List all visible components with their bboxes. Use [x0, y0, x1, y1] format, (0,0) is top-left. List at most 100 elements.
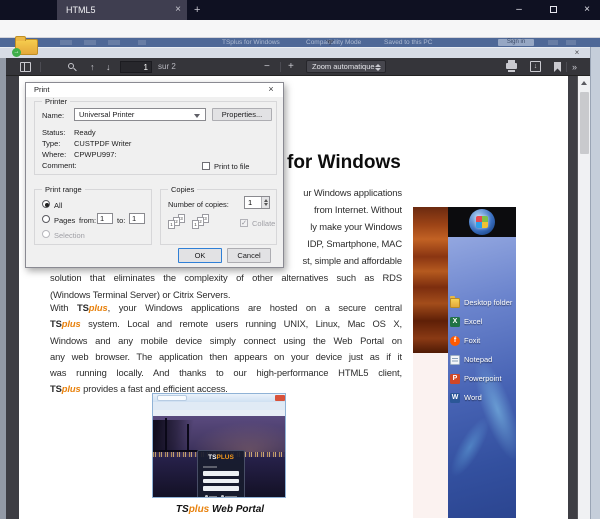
scrollbar-thumb[interactable]: [580, 92, 589, 154]
next-page-icon[interactable]: [106, 58, 111, 76]
text-segment: (Windows Terminal Server) or Citrix Serv…: [50, 289, 230, 300]
bridge-tower: [165, 418, 167, 454]
properties-button[interactable]: Properties...: [212, 108, 272, 121]
text-segment: st, simple and affordable: [303, 255, 402, 266]
mini-close-icon: [275, 395, 285, 401]
desktop-menu-item-notepad: Notepad: [450, 350, 514, 369]
notepad-icon: [450, 355, 460, 365]
collate-page-icon: 1: [168, 220, 175, 229]
to-input[interactable]: [129, 213, 145, 224]
app-menu: Desktop folderExcelFoxitNotepadPowerpoin…: [450, 293, 514, 407]
status-value: Ready: [74, 128, 96, 137]
text-segment: ur Windows applications: [303, 187, 402, 198]
spinner-buttons[interactable]: [261, 197, 269, 208]
chevron-down-icon: [194, 114, 200, 118]
login-field: [203, 471, 239, 476]
logo-plus: PLUS: [216, 454, 233, 461]
find-icon[interactable]: [68, 63, 74, 69]
spinner-down-icon[interactable]: [264, 203, 268, 206]
mini-browser-tabbar: [153, 394, 286, 402]
browser-tab-bar: HTML5: [0, 0, 600, 20]
where-value: CPWPU997:: [74, 150, 117, 159]
pdf-scrollbar[interactable]: [577, 76, 590, 519]
preview-close-icon[interactable]: [570, 48, 584, 58]
menu-item-label: Desktop folder: [464, 298, 512, 307]
window-close-button[interactable]: [576, 0, 598, 20]
window-right-edge: [590, 47, 600, 519]
ok-button[interactable]: OK: [178, 248, 222, 263]
bookmark-icon[interactable]: [554, 62, 561, 72]
text-segment: ly make your Windows: [310, 221, 402, 232]
menu-item-label: Notepad: [464, 355, 492, 364]
desktop-lower-area: [413, 353, 448, 518]
menu-item-label: Powerpoint: [464, 374, 502, 383]
range-pages-label: Pages: [54, 216, 75, 225]
canyon-wallpaper: [413, 207, 448, 353]
text-segment: IDP, Smartphone, MAC: [307, 238, 402, 249]
print-icon[interactable]: [506, 63, 517, 69]
night-city-photo: TSPLUS Log on: [153, 416, 286, 498]
cancel-button[interactable]: Cancel: [227, 248, 271, 263]
radio-label-bar: [225, 496, 237, 498]
more-tools-icon[interactable]: [572, 58, 577, 76]
text-segment: plus: [62, 383, 81, 394]
scroll-up-icon[interactable]: [581, 81, 587, 85]
previous-page-icon[interactable]: [90, 58, 95, 76]
text-segment: solution that eliminates the complexity …: [50, 272, 402, 283]
range-all-label: All: [54, 201, 62, 210]
text-segment: system. Local and remote users running U…: [81, 318, 402, 329]
from-label: from:: [79, 216, 96, 225]
select-arrows-icon: [375, 64, 381, 67]
copies-spinner[interactable]: [244, 196, 270, 209]
text-segment: TS: [77, 302, 89, 313]
print-dialog: Print Printer Name: Universal Printer Pr…: [25, 82, 284, 268]
range-pages-radio[interactable]: [42, 215, 50, 223]
spinner-up-icon[interactable]: [264, 199, 268, 202]
text-line: With TSplus, your Windows applications a…: [50, 302, 402, 318]
background-toolbar-icon: [548, 40, 558, 45]
desktop-menu-item-word: Word: [450, 388, 514, 407]
text-segment: plus: [89, 302, 108, 313]
copies-input[interactable]: [245, 197, 261, 208]
zoom-out-icon[interactable]: [264, 58, 270, 76]
where-label: Where:: [42, 150, 66, 159]
radio-icon: [205, 495, 208, 498]
download-icon[interactable]: [530, 61, 541, 72]
page-number-input[interactable]: [120, 61, 152, 73]
zoom-in-icon[interactable]: [288, 58, 294, 76]
panel-header: [448, 207, 516, 237]
text-line: Windows and any mobile device simply con…: [50, 335, 402, 351]
type-value: CUSTPDF Writer: [74, 139, 131, 148]
menu-item-label: Foxit: [464, 336, 480, 345]
print-dialog-titlebar: Print: [26, 83, 283, 97]
text-segment: was running locally. And thanks to our h…: [50, 367, 402, 378]
zoom-select[interactable]: Zoom automatique: [306, 60, 386, 73]
page-count-label: sur 2: [158, 58, 176, 76]
printer-group-label: Printer: [42, 97, 70, 106]
background-toolbar-icon: [566, 40, 576, 45]
window-maximize-button[interactable]: [542, 0, 564, 20]
text-segment: Web Portal: [209, 504, 264, 515]
printer-name-value: Universal Printer: [79, 109, 134, 120]
dialog-close-icon[interactable]: [263, 83, 279, 97]
printer-name-select[interactable]: Universal Printer: [74, 108, 206, 121]
text-segment: TS: [50, 318, 62, 329]
excel-icon: [450, 317, 460, 327]
new-tab-button[interactable]: [194, 0, 200, 20]
type-label: Type:: [42, 139, 60, 148]
folder-icon: [450, 298, 460, 308]
range-all-radio[interactable]: [42, 200, 50, 208]
from-input[interactable]: [97, 213, 113, 224]
browser-tab[interactable]: HTML5: [57, 0, 187, 20]
tab-close-icon[interactable]: [175, 0, 181, 19]
comment-label: Comment:: [42, 161, 77, 170]
window-minimize-button[interactable]: [508, 0, 530, 20]
background-window-title: TSplus for Windows: [222, 38, 280, 47]
background-window-titlebar: TSplus for Windows Compatibility Mode Sa…: [0, 38, 600, 47]
sidebar-toggle-icon[interactable]: [20, 62, 31, 72]
name-label: Name:: [42, 111, 64, 120]
print-to-file-checkbox[interactable]: [202, 162, 210, 170]
print-range-label: Print range: [42, 185, 85, 194]
desktop-menu-item-folder: Desktop folder: [450, 293, 514, 312]
text-segment: , your Windows applications are hosted o…: [108, 302, 402, 313]
